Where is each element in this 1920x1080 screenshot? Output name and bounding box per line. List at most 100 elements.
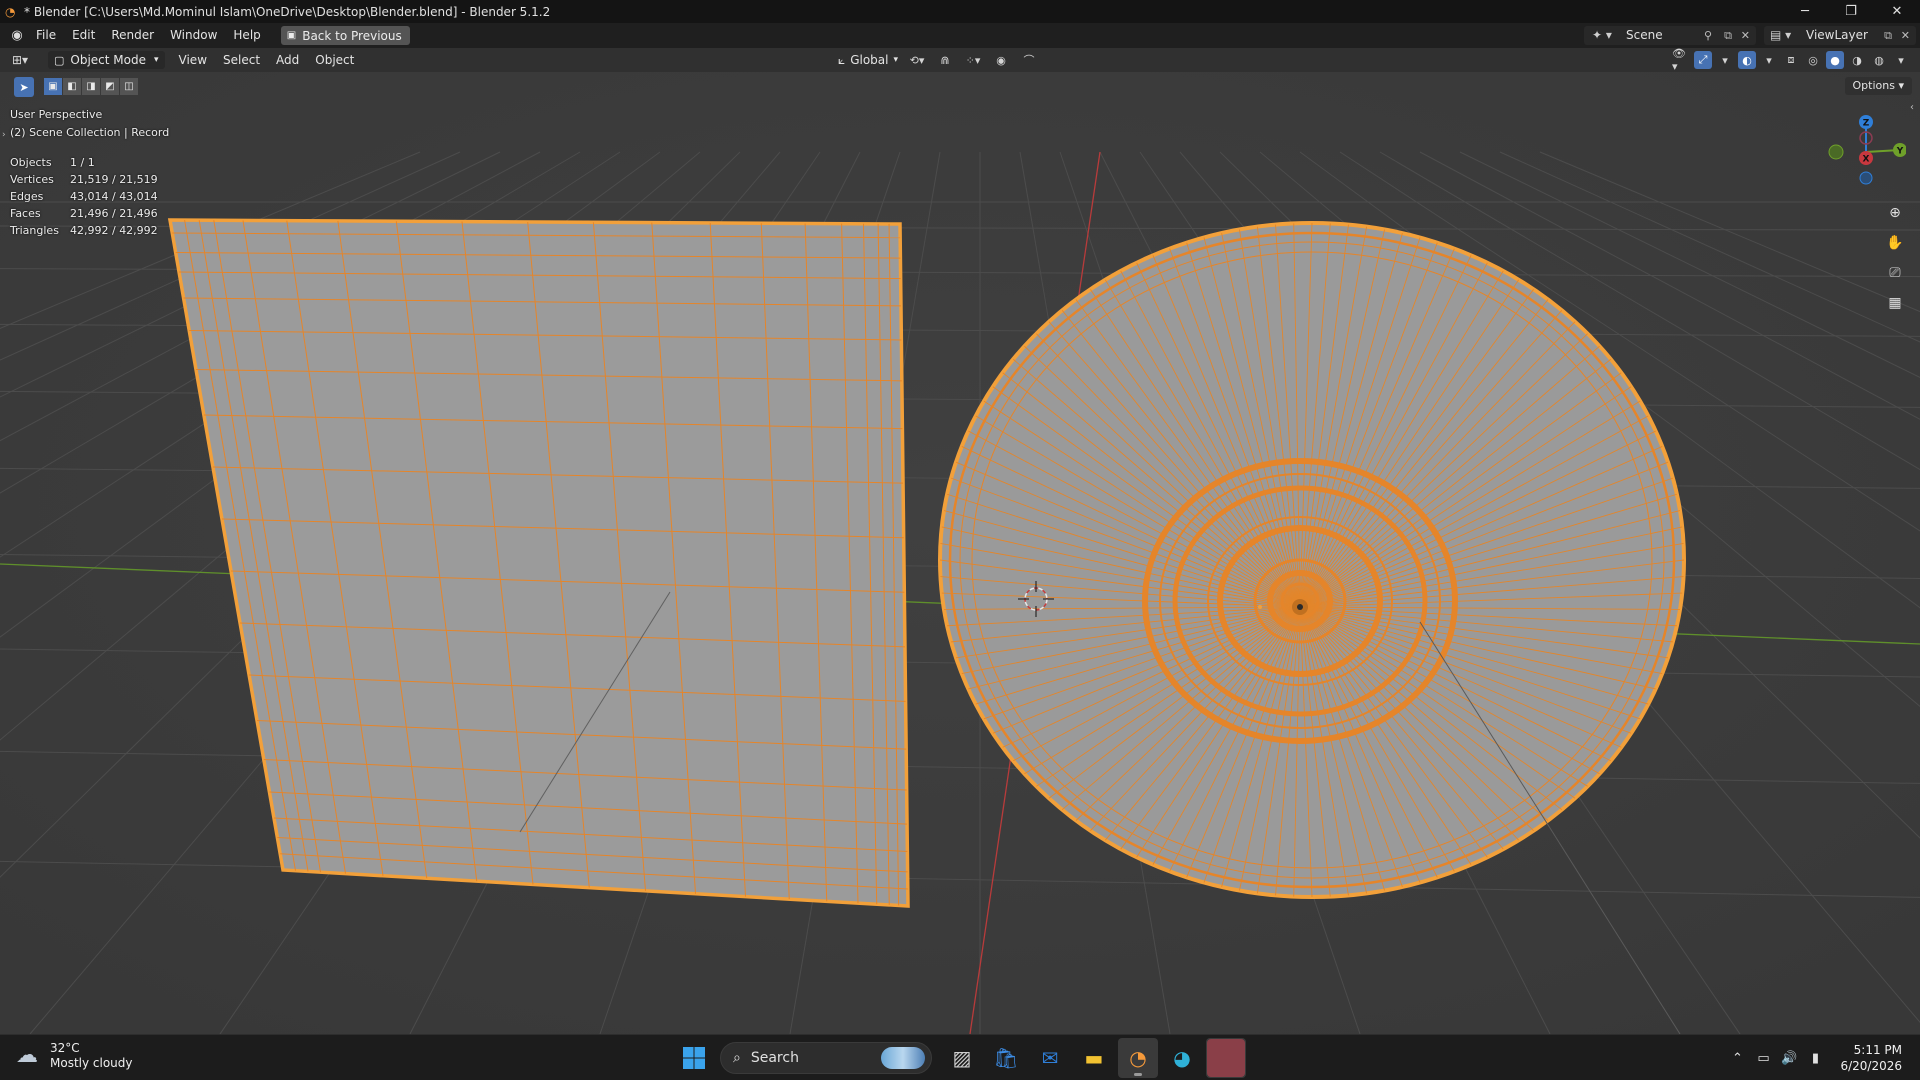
gizmo-z-label: Z xyxy=(1863,119,1870,129)
zoom-icon[interactable]: ⊕ xyxy=(1882,200,1908,226)
outlook-icon[interactable]: ✉ xyxy=(1030,1038,1070,1078)
network-icon[interactable]: ▭ xyxy=(1750,1051,1776,1066)
select-intersect-icon[interactable]: ◫ xyxy=(120,78,138,95)
app-window-icon[interactable] xyxy=(1206,1038,1246,1078)
remove-view-layer-icon[interactable]: ✕ xyxy=(1901,26,1910,45)
sidebar-toggle-icon[interactable]: ‹ xyxy=(1910,102,1914,113)
stat-row: Triangles 42,992 / 42,992 xyxy=(10,222,158,239)
view-layer-name: ViewLayer xyxy=(1806,28,1868,42)
back-icon: ▣ xyxy=(286,30,297,41)
navigation-tools: ⊕ ✋ ⎚ ▦ xyxy=(1882,200,1908,320)
battery-icon[interactable]: ▮ xyxy=(1802,1051,1828,1066)
search-icon: ⌕ xyxy=(733,1050,741,1066)
remove-scene-icon[interactable]: ✕ xyxy=(1741,26,1750,45)
windows-taskbar: ☁ 32°C Mostly cloudy ⌕ Search ▨ 🛍 ✉ ▬ ◔ … xyxy=(0,1034,1920,1080)
navigation-gizmo[interactable]: Z Y X xyxy=(1826,112,1906,192)
material-shading-icon[interactable]: ◑ xyxy=(1848,51,1866,69)
back-to-previous-button[interactable]: ▣ Back to Previous xyxy=(280,26,410,45)
menu-window[interactable]: Window xyxy=(162,23,225,48)
rendered-shading-icon[interactable]: ◍ xyxy=(1870,51,1888,69)
menu-add[interactable]: Add xyxy=(268,53,307,67)
overlays-dropdown-icon[interactable]: ▾ xyxy=(1760,51,1778,69)
disc-mesh[interactable] xyxy=(938,221,1686,899)
viewport-display-controls: 👁▾ ⤢ ▾ ◐ ▾ ⧈ ◎ ● ◑ ◍ ▾ xyxy=(1672,47,1910,73)
menu-edit[interactable]: Edit xyxy=(64,23,103,48)
pivot-point-icon[interactable]: ⟲▾ xyxy=(908,51,926,69)
orientation-icon: ⟀ xyxy=(838,52,846,67)
restore-icon[interactable]: ❐ xyxy=(1828,0,1874,23)
gizmo-toggle-icon[interactable]: ⤢ xyxy=(1694,51,1712,69)
chevron-down-icon: ▾ xyxy=(893,55,899,65)
wireframe-shading-icon[interactable]: ◎ xyxy=(1804,51,1822,69)
transform-orientation-dropdown[interactable]: ⟀ Global ▾ xyxy=(838,53,898,68)
view-layer-selector[interactable]: ▤ ▾ ViewLayer ⧉ ✕ xyxy=(1764,26,1916,45)
edge-icon[interactable]: ◕ xyxy=(1162,1038,1202,1078)
snap-toggle-icon[interactable]: ⋒ xyxy=(936,51,954,69)
visibility-icon[interactable]: 👁▾ xyxy=(1672,47,1690,73)
close-icon[interactable]: ✕ xyxy=(1874,0,1920,23)
menu-help[interactable]: Help xyxy=(225,23,268,48)
options-dropdown[interactable]: Options ▾ xyxy=(1844,77,1912,95)
object-mode-icon: ▢ xyxy=(54,53,65,67)
clock[interactable]: 5:11 PM 6/20/2026 xyxy=(1840,1042,1902,1074)
3d-viewport[interactable]: User Perspective (2) Scene Collection | … xyxy=(0,72,1920,1034)
falloff-icon[interactable]: ⌒ xyxy=(1020,51,1038,69)
pin-icon[interactable]: ⚲ xyxy=(1704,26,1712,45)
file-explorer-icon[interactable]: ▬ xyxy=(1074,1038,1114,1078)
scene-selector[interactable]: ✦ ▾ Scene ⚲ ⧉ ✕ xyxy=(1584,26,1756,45)
weather-temp: 32°C xyxy=(50,1041,80,1055)
overlays-toggle-icon[interactable]: ◐ xyxy=(1738,51,1756,69)
menu-file[interactable]: File xyxy=(28,23,64,48)
pan-hand-icon[interactable]: ✋ xyxy=(1882,230,1908,256)
taskbar-search[interactable]: ⌕ Search xyxy=(720,1042,932,1074)
stat-row: Faces 21,496 / 21,496 xyxy=(10,205,158,222)
weather-widget[interactable]: ☁ 32°C Mostly cloudy xyxy=(16,1041,133,1071)
select-subtract-icon[interactable]: ◨ xyxy=(82,78,100,95)
scene-statistics: Objects 1 / 1 Vertices 21,519 / 21,519 Edg… xyxy=(10,154,158,239)
editor-type-icon[interactable]: ⊞▾ xyxy=(12,53,40,67)
menu-select[interactable]: Select xyxy=(215,53,268,67)
ortho-toggle-icon[interactable]: ▦ xyxy=(1882,290,1908,316)
chevron-down-icon: ▾ xyxy=(154,55,159,65)
task-view-icon[interactable]: ▨ xyxy=(942,1038,982,1078)
tool-header: ➤ ▣ ◧ ◨ ◩ ◫ Options ▾ xyxy=(0,72,1920,102)
shading-dropdown-icon[interactable]: ▾ xyxy=(1892,51,1910,69)
snap-target-icon[interactable]: ⁘▾ xyxy=(964,51,982,69)
store-icon[interactable]: 🛍 xyxy=(986,1038,1026,1078)
new-view-layer-icon[interactable]: ⧉ xyxy=(1884,26,1892,45)
selection-mode-group: ▣ ◧ ◨ ◩ ◫ xyxy=(44,78,139,95)
stat-label: Triangles xyxy=(10,224,59,237)
mode-selector[interactable]: ▢ Object Mode ▾ xyxy=(48,51,165,69)
toolbar-toggle-icon[interactable]: › xyxy=(2,130,6,140)
chevron-up-icon[interactable]: ⌃ xyxy=(1724,1051,1750,1066)
menu-render[interactable]: Render xyxy=(103,23,162,48)
windows-start-icon[interactable] xyxy=(678,1042,710,1074)
window-controls: ─ ❐ ✕ xyxy=(1782,0,1920,23)
xray-toggle-icon[interactable]: ⧈ xyxy=(1782,51,1800,69)
volume-icon[interactable]: 🔊 xyxy=(1776,1051,1802,1066)
menu-object[interactable]: Object xyxy=(307,53,362,67)
new-scene-icon[interactable]: ⧉ xyxy=(1724,26,1732,45)
viewport-header: ⊞▾ ▢ Object Mode ▾ View Select Add Objec… xyxy=(0,47,1920,73)
minimize-icon[interactable]: ─ xyxy=(1782,0,1828,23)
stat-value: 21,519 / 21,519 xyxy=(70,173,158,186)
proportional-editing-icon[interactable]: ◉ xyxy=(992,51,1010,69)
select-invert-icon[interactable]: ◩ xyxy=(101,78,119,95)
blender-menu-icon[interactable]: ◉ xyxy=(6,28,28,43)
plane-mesh[interactable] xyxy=(167,218,910,908)
select-new-icon[interactable]: ▣ xyxy=(44,78,62,95)
taskbar-apps: ⌕ Search ▨ 🛍 ✉ ▬ ◔ ◕ xyxy=(678,1038,1246,1078)
select-extend-icon[interactable]: ◧ xyxy=(63,78,81,95)
stat-value: 42,992 / 42,992 xyxy=(70,224,158,237)
gizmo-dropdown-icon[interactable]: ▾ xyxy=(1716,51,1734,69)
search-highlight-icon xyxy=(881,1047,925,1069)
stat-label: Faces xyxy=(10,207,41,220)
menu-view[interactable]: View xyxy=(171,53,215,67)
stat-label: Edges xyxy=(10,190,44,203)
stat-value: 43,014 / 43,014 xyxy=(70,190,158,203)
stat-label: Objects xyxy=(10,156,52,169)
blender-taskbar-icon[interactable]: ◔ xyxy=(1118,1038,1158,1078)
solid-shading-icon[interactable]: ● xyxy=(1826,51,1844,69)
select-tool-icon[interactable]: ➤ xyxy=(14,77,34,97)
camera-view-icon[interactable]: ⎚ xyxy=(1882,260,1908,286)
